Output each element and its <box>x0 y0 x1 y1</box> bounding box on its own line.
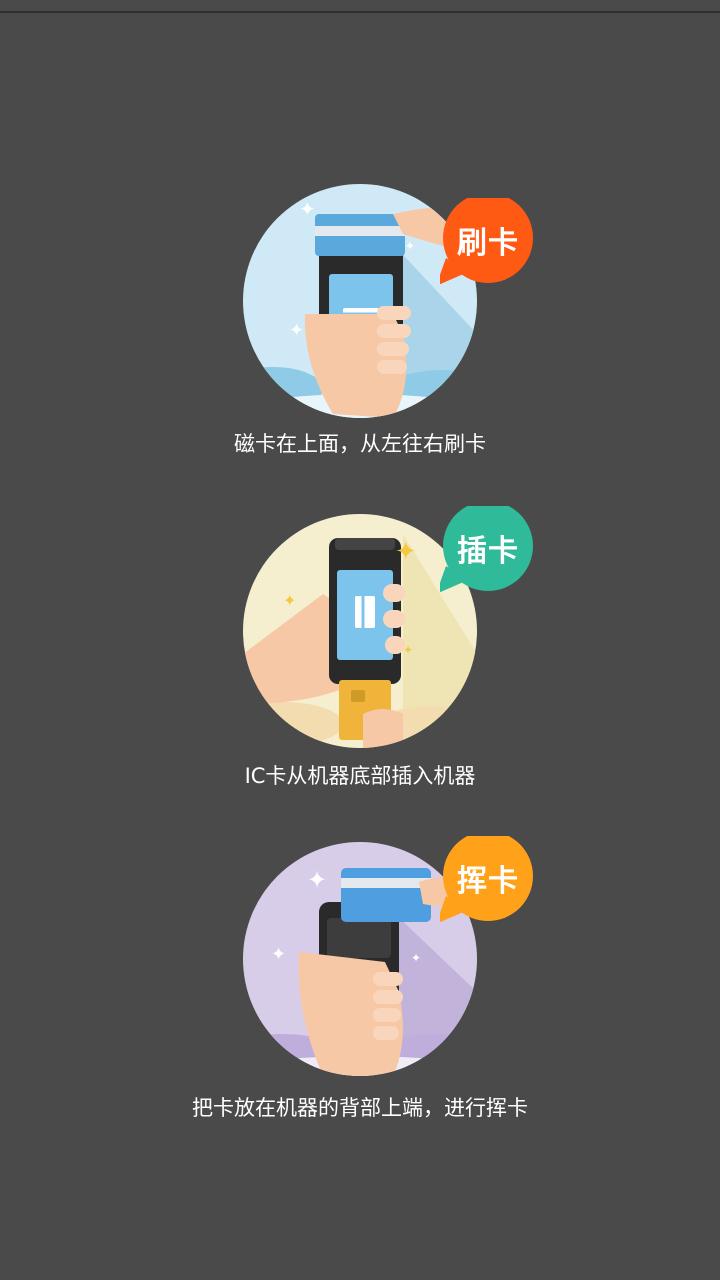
svg-text:✦: ✦ <box>289 320 304 341</box>
swipe-badge: 刷卡 <box>440 198 534 286</box>
swipe-badge-label: 刷卡 <box>457 226 519 261</box>
swipe-card-illustration: ✦ ✦ ✦ 刷卡 <box>243 184 533 418</box>
svg-text:✦: ✦ <box>411 951 421 965</box>
insert-caption: IC卡从机器底部插入机器 <box>244 764 476 788</box>
svg-text:✦: ✦ <box>271 944 286 965</box>
insert-badge: 插卡 <box>440 506 534 594</box>
tap-badge: 挥卡 <box>440 836 534 924</box>
svg-text:✦: ✦ <box>403 643 413 657</box>
svg-text:✦: ✦ <box>283 591 296 610</box>
insert-card-illustration: ✦ ✦ ✦ 插卡 <box>243 506 533 748</box>
svg-text:✦: ✦ <box>299 197 316 221</box>
svg-text:✦: ✦ <box>395 537 417 567</box>
tap-card-illustration: ✦ ✦ ✦ 挥卡 <box>243 836 533 1076</box>
tap-caption: 把卡放在机器的背部上端，进行挥卡 <box>192 1096 528 1120</box>
svg-text:✦: ✦ <box>307 866 327 894</box>
insert-badge-label: 插卡 <box>457 534 519 569</box>
tap-badge-label: 挥卡 <box>457 864 519 899</box>
svg-text:✦: ✦ <box>405 239 415 253</box>
swipe-caption: 磁卡在上面，从左往右刷卡 <box>234 432 486 456</box>
top-divider <box>0 11 720 13</box>
